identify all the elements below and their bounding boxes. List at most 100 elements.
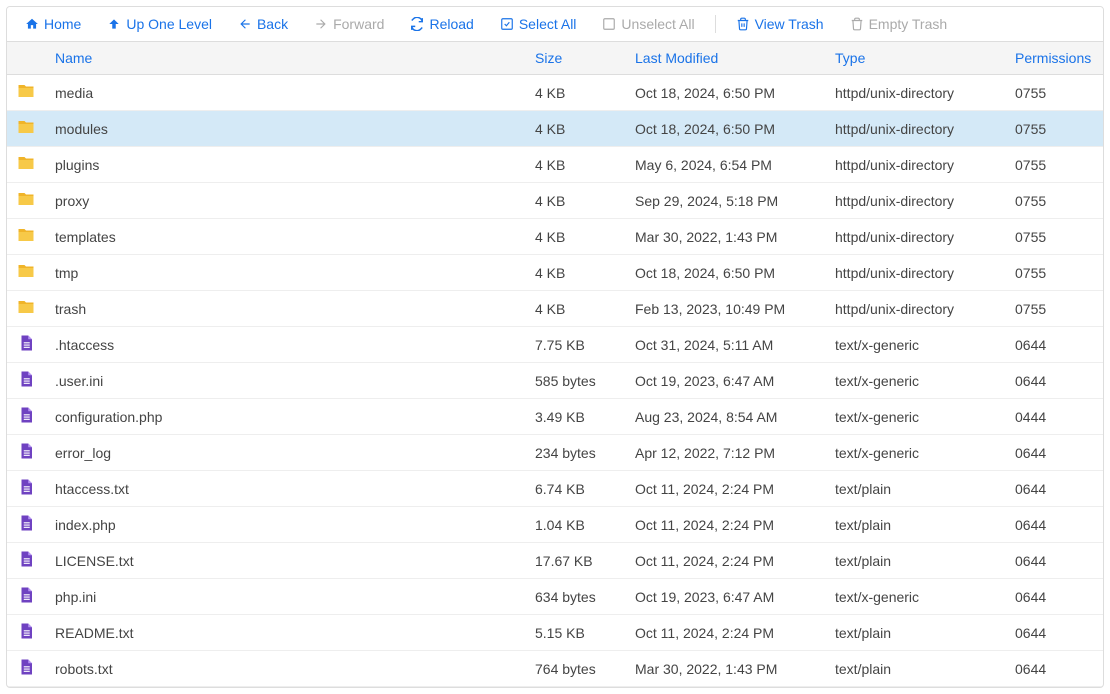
row-permissions: 0644 (1005, 579, 1103, 615)
home-button[interactable]: Home (17, 13, 89, 35)
table-row[interactable]: index.php1.04 KBOct 11, 2024, 2:24 PMtex… (7, 507, 1103, 543)
row-modified: Oct 11, 2024, 2:24 PM (625, 615, 825, 651)
table-row[interactable]: trash4 KBFeb 13, 2023, 10:49 PMhttpd/uni… (7, 291, 1103, 327)
row-type: text/x-generic (825, 327, 1005, 363)
row-name[interactable]: modules (45, 111, 525, 147)
back-button[interactable]: Back (230, 13, 296, 35)
row-type: text/plain (825, 651, 1005, 687)
row-name[interactable]: .user.ini (45, 363, 525, 399)
table-row[interactable]: php.ini634 bytesOct 19, 2023, 6:47 AMtex… (7, 579, 1103, 615)
table-row[interactable]: robots.txt764 bytesMar 30, 2022, 1:43 PM… (7, 651, 1103, 687)
back-label: Back (257, 16, 288, 32)
table-row[interactable]: .htaccess7.75 KBOct 31, 2024, 5:11 AMtex… (7, 327, 1103, 363)
arrow-left-icon (238, 17, 252, 31)
table-row[interactable]: htaccess.txt6.74 KBOct 11, 2024, 2:24 PM… (7, 471, 1103, 507)
up-button[interactable]: Up One Level (99, 13, 220, 35)
col-size-header[interactable]: Size (525, 42, 625, 75)
table-row[interactable]: error_log234 bytesApr 12, 2022, 7:12 PMt… (7, 435, 1103, 471)
row-modified: Oct 11, 2024, 2:24 PM (625, 471, 825, 507)
row-name[interactable]: error_log (45, 435, 525, 471)
row-name[interactable]: .htaccess (45, 327, 525, 363)
unselectall-button: Unselect All (594, 13, 702, 35)
row-permissions: 0755 (1005, 147, 1103, 183)
row-size: 4 KB (525, 111, 625, 147)
row-type: httpd/unix-directory (825, 219, 1005, 255)
toolbar: Home Up One Level Back Forward Reload (7, 7, 1103, 42)
viewtrash-button[interactable]: View Trash (728, 13, 832, 35)
row-name[interactable]: proxy (45, 183, 525, 219)
selectall-button[interactable]: Select All (492, 13, 585, 35)
row-modified: Aug 23, 2024, 8:54 AM (625, 399, 825, 435)
row-name[interactable]: htaccess.txt (45, 471, 525, 507)
row-size: 5.15 KB (525, 615, 625, 651)
row-type: httpd/unix-directory (825, 255, 1005, 291)
file-manager: Home Up One Level Back Forward Reload (6, 6, 1104, 688)
row-permissions: 0644 (1005, 363, 1103, 399)
table-row[interactable]: configuration.php3.49 KBAug 23, 2024, 8:… (7, 399, 1103, 435)
row-name[interactable]: templates (45, 219, 525, 255)
row-type: text/x-generic (825, 399, 1005, 435)
row-name[interactable]: trash (45, 291, 525, 327)
selectall-label: Select All (519, 16, 577, 32)
arrow-right-icon (314, 17, 328, 31)
file-icon (7, 399, 45, 435)
square-icon (602, 17, 616, 31)
row-modified: Apr 12, 2022, 7:12 PM (625, 435, 825, 471)
folder-icon (7, 111, 45, 147)
row-permissions: 0755 (1005, 183, 1103, 219)
table-row[interactable]: .user.ini585 bytesOct 19, 2023, 6:47 AMt… (7, 363, 1103, 399)
row-size: 4 KB (525, 75, 625, 111)
row-name[interactable]: LICENSE.txt (45, 543, 525, 579)
row-permissions: 0444 (1005, 399, 1103, 435)
reload-button[interactable]: Reload (402, 13, 481, 35)
row-size: 234 bytes (525, 435, 625, 471)
trash-empty-icon (850, 17, 864, 31)
row-size: 6.74 KB (525, 471, 625, 507)
table-header: Name Size Last Modified Type Permissions (7, 42, 1103, 75)
table-row[interactable]: proxy4 KBSep 29, 2024, 5:18 PMhttpd/unix… (7, 183, 1103, 219)
row-name[interactable]: robots.txt (45, 651, 525, 687)
row-modified: Sep 29, 2024, 5:18 PM (625, 183, 825, 219)
table-row[interactable]: plugins4 KBMay 6, 2024, 6:54 PMhttpd/uni… (7, 147, 1103, 183)
row-size: 3.49 KB (525, 399, 625, 435)
file-icon (7, 471, 45, 507)
row-permissions: 0644 (1005, 507, 1103, 543)
table-row[interactable]: templates4 KBMar 30, 2022, 1:43 PMhttpd/… (7, 219, 1103, 255)
unselectall-label: Unselect All (621, 16, 694, 32)
table-row[interactable]: media4 KBOct 18, 2024, 6:50 PMhttpd/unix… (7, 75, 1103, 111)
table-row[interactable]: modules4 KBOct 18, 2024, 6:50 PMhttpd/un… (7, 111, 1103, 147)
forward-button: Forward (306, 13, 392, 35)
row-name[interactable]: configuration.php (45, 399, 525, 435)
row-modified: Oct 19, 2023, 6:47 AM (625, 579, 825, 615)
row-modified: May 6, 2024, 6:54 PM (625, 147, 825, 183)
row-modified: Oct 11, 2024, 2:24 PM (625, 543, 825, 579)
row-name[interactable]: php.ini (45, 579, 525, 615)
col-type-header[interactable]: Type (825, 42, 1005, 75)
table-row[interactable]: README.txt5.15 KBOct 11, 2024, 2:24 PMte… (7, 615, 1103, 651)
toolbar-divider (715, 15, 716, 33)
row-name[interactable]: plugins (45, 147, 525, 183)
folder-icon (7, 255, 45, 291)
row-size: 634 bytes (525, 579, 625, 615)
col-perm-header[interactable]: Permissions (1005, 42, 1103, 75)
table-row[interactable]: LICENSE.txt17.67 KBOct 11, 2024, 2:24 PM… (7, 543, 1103, 579)
row-permissions: 0755 (1005, 291, 1103, 327)
col-name-header[interactable]: Name (45, 42, 525, 75)
file-icon (7, 615, 45, 651)
row-name[interactable]: README.txt (45, 615, 525, 651)
row-type: text/plain (825, 471, 1005, 507)
row-permissions: 0644 (1005, 471, 1103, 507)
row-name[interactable]: media (45, 75, 525, 111)
home-label: Home (44, 16, 81, 32)
row-size: 4 KB (525, 255, 625, 291)
table-row[interactable]: tmp4 KBOct 18, 2024, 6:50 PMhttpd/unix-d… (7, 255, 1103, 291)
folder-icon (7, 147, 45, 183)
row-name[interactable]: index.php (45, 507, 525, 543)
file-icon (7, 543, 45, 579)
viewtrash-label: View Trash (755, 16, 824, 32)
col-modified-header[interactable]: Last Modified (625, 42, 825, 75)
row-size: 4 KB (525, 147, 625, 183)
row-modified: Oct 18, 2024, 6:50 PM (625, 75, 825, 111)
row-name[interactable]: tmp (45, 255, 525, 291)
folder-icon (7, 219, 45, 255)
